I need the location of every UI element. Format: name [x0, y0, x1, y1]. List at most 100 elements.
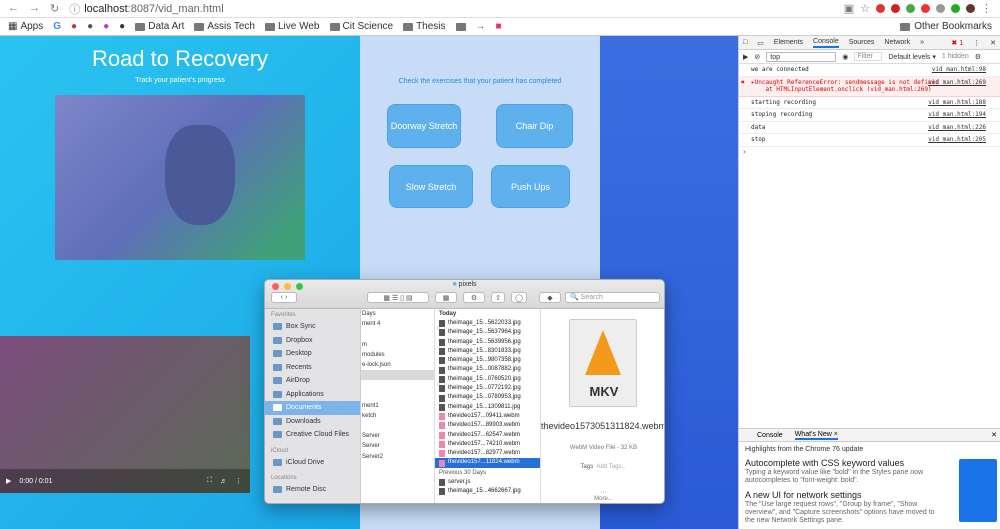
avatar[interactable] — [966, 4, 975, 13]
file-row[interactable]: theimage_15...4662667.jpg — [435, 487, 540, 496]
sidebar-item-recents[interactable]: Recents — [265, 361, 360, 375]
file-row[interactable]: theimage_15...5639956.jpg — [435, 338, 540, 347]
log-source-link[interactable]: vid_man.html:205 — [928, 136, 986, 144]
more-tabs-icon[interactable]: » — [920, 39, 924, 46]
forward-icon[interactable]: → — [29, 2, 40, 15]
view-mode-buttons[interactable]: ▦ ☰ ▯ ▤ — [367, 292, 429, 303]
exercise-button-push-ups[interactable]: Push Ups — [491, 165, 570, 208]
settings-gear-icon[interactable]: ⚙ — [975, 53, 985, 61]
tab-network[interactable]: Network — [884, 39, 910, 46]
tag-icon[interactable]: ◯ — [511, 292, 527, 303]
list-item[interactable]: Days — [361, 309, 434, 319]
bookmark-icon[interactable]: ■ — [496, 21, 502, 32]
sidebar-item-icloud-drive[interactable]: iCloud Drive — [265, 456, 360, 470]
extension-icon[interactable] — [891, 4, 900, 13]
search-input[interactable]: 🔍 Search — [565, 292, 660, 303]
file-row[interactable]: theimage_15...0772192.jpg — [435, 384, 540, 393]
preview-tags[interactable]: Tags Add Tags... — [541, 464, 664, 470]
file-row[interactable]: theimage_15...8301833.jpg — [435, 347, 540, 356]
reload-icon[interactable]: ↻ — [50, 2, 59, 15]
extension-icon[interactable] — [876, 4, 885, 13]
list-item[interactable]: ment 4 — [361, 319, 434, 329]
back-forward-button[interactable]: ‹ › — [271, 292, 297, 303]
exercise-button-chair-dip[interactable]: Chair Dip — [496, 104, 573, 148]
bookmark-icon[interactable]: ● — [71, 21, 77, 32]
file-row[interactable]: theimage_15...0087882.jpg — [435, 365, 540, 374]
file-row[interactable]: thevideo157...09411.webm — [435, 412, 540, 421]
list-item[interactable] — [361, 391, 434, 401]
bookmark-folder-live-web[interactable]: Live Web — [264, 21, 320, 32]
tab-drawer-console[interactable]: Console — [757, 432, 783, 439]
device-icon[interactable]: ▭ — [757, 39, 764, 47]
bookmark-icon[interactable]: → — [476, 21, 486, 32]
action-gear-icon[interactable]: ⚙ — [463, 292, 485, 303]
list-item[interactable] — [361, 329, 434, 339]
file-row[interactable]: thevideo157...11824.webm — [435, 458, 540, 468]
list-item[interactable]: Server — [361, 431, 434, 441]
prompt-icon[interactable]: › — [739, 147, 1000, 156]
list-item[interactable]: ment1 — [361, 401, 434, 411]
star-icon[interactable]: ☆ — [860, 2, 870, 15]
dropbox-icon[interactable]: ◆ — [539, 292, 561, 303]
levels-select[interactable]: Default levels ▾ — [888, 53, 935, 61]
bookmark-apps[interactable]: ▦ Apps — [8, 21, 43, 32]
sidebar-item-airdrop[interactable]: AirDrop — [265, 374, 360, 388]
other-bookmarks[interactable]: Other Bookmarks — [900, 21, 1000, 32]
list-item[interactable]: Server — [361, 441, 434, 451]
bookmark-folder-thesis[interactable]: Thesis — [403, 21, 446, 32]
sidebar-item-box-sync[interactable]: Box Sync — [265, 320, 360, 334]
file-row[interactable]: theimage_15...0760520.jpg — [435, 375, 540, 384]
log-source-link[interactable]: vid_man.html:226 — [928, 124, 986, 132]
address-bar[interactable]: ⓘ localhost:8087/vid_man.html — [69, 2, 223, 16]
recorded-video[interactable]: ▶ 0:00 / 0:01 ⛶ ♬ ⋮ — [0, 336, 250, 493]
list-item[interactable]: ketch — [361, 411, 434, 421]
log-source-link[interactable]: vid_man.html:98 — [932, 66, 986, 74]
inspect-icon[interactable]: □ — [743, 39, 747, 46]
more-icon[interactable]: ⋮ — [235, 477, 250, 485]
patient-video[interactable] — [55, 95, 305, 260]
file-row[interactable]: theimage_15...1309811.jpg — [435, 403, 540, 412]
tab-sources[interactable]: Sources — [849, 39, 875, 46]
context-select[interactable]: top — [766, 51, 837, 62]
menu-icon[interactable]: ⋮ — [981, 2, 992, 15]
file-row[interactable]: theimage_15...9807358.jpg — [435, 356, 540, 365]
cast-icon[interactable]: ▣ — [844, 2, 854, 15]
whats-new-heading[interactable]: A new UI for network settings — [745, 490, 995, 500]
bookmark-folder-data-art[interactable]: Data Art — [135, 21, 184, 32]
list-item[interactable] — [361, 370, 434, 381]
google-icon[interactable]: G — [53, 21, 61, 32]
play-icon[interactable]: ▶ — [6, 477, 11, 485]
extension-icon[interactable] — [906, 4, 915, 13]
extension-icon[interactable] — [921, 4, 930, 13]
menu-icon[interactable]: ⋮ — [973, 39, 980, 47]
sidebar-item-applications[interactable]: Applications — [265, 388, 360, 402]
group-button[interactable]: ▦ — [435, 292, 457, 303]
info-icon[interactable]: ⓘ — [69, 1, 80, 17]
bookmark-icon[interactable]: ● — [103, 21, 109, 32]
back-icon[interactable]: ← — [8, 2, 19, 15]
file-row[interactable]: theimage_15...5637964.jpg — [435, 328, 540, 337]
bookmark-folder-assis-tech[interactable]: Assis Tech — [194, 21, 255, 32]
sidebar-toggle-icon[interactable]: ▶ — [743, 53, 748, 61]
sidebar-item-dropbox[interactable]: Dropbox — [265, 334, 360, 348]
fullscreen-icon[interactable]: ⛶ — [207, 477, 212, 485]
clear-icon[interactable]: ⊘ — [754, 53, 760, 61]
bookmark-folder[interactable] — [455, 22, 466, 31]
sidebar-item-documents[interactable]: Documents — [265, 401, 360, 415]
file-row[interactable]: thevideo157...74210.webm — [435, 440, 540, 449]
file-row[interactable]: thevideo157...82977.webm — [435, 449, 540, 458]
tab-console[interactable]: Console — [813, 38, 839, 48]
exercise-button-slow-stretch[interactable]: Slow Stretch — [389, 165, 473, 208]
sidebar-item-creative-cloud[interactable]: Creative Cloud Files — [265, 428, 360, 442]
file-row[interactable]: thevideo157...89903.webm — [435, 421, 540, 430]
tab-elements[interactable]: Elements — [774, 39, 803, 46]
sidebar-item-desktop[interactable]: Desktop — [265, 347, 360, 361]
log-source-link[interactable]: vid_man.html:269 — [928, 79, 986, 87]
file-row[interactable]: theimage_15...5622033.jpg — [435, 319, 540, 328]
list-item[interactable] — [361, 380, 434, 390]
share-icon[interactable]: ⇧ — [491, 292, 505, 303]
extension-icon[interactable] — [936, 4, 945, 13]
more-button[interactable]: ⋯ More... — [541, 489, 664, 502]
exercise-button-doorway-stretch[interactable]: Doorway Stretch — [387, 104, 461, 148]
file-row[interactable]: theimage_15...0780953.jpg — [435, 393, 540, 402]
